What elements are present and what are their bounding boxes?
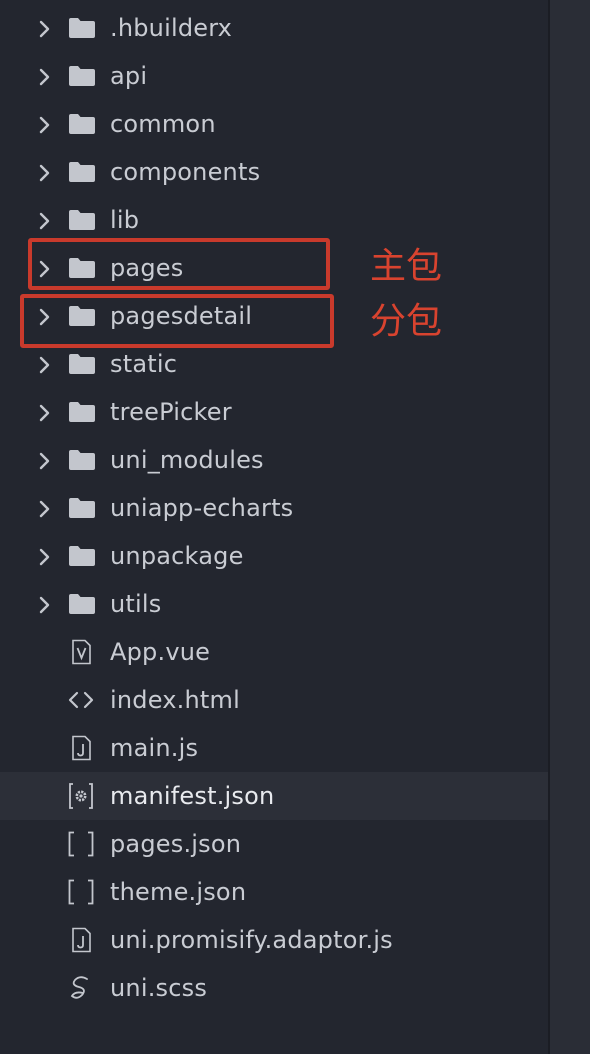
file-row[interactable]: uni.promisify.adaptor.js	[0, 916, 548, 964]
chevron-right-icon[interactable]	[34, 66, 56, 88]
file-explorer: .hbuilderx api common components lib pages pag…	[0, 0, 548, 1054]
folder-row[interactable]: api	[0, 52, 548, 100]
sub-package-annotation: 分包	[370, 301, 443, 342]
folder-row[interactable]: utils	[0, 580, 548, 628]
folder-row[interactable]: common	[0, 100, 548, 148]
tree-item-label: common	[110, 110, 216, 138]
folder-row[interactable]: uni_modules	[0, 436, 548, 484]
folder-icon	[68, 209, 96, 231]
folder-row[interactable]: components	[0, 148, 548, 196]
tree-item-label: components	[110, 158, 261, 186]
scss-file-icon	[66, 975, 96, 1001]
folder-row[interactable]: static	[0, 340, 548, 388]
folder-icon	[68, 449, 96, 471]
chevron-right-icon[interactable]	[34, 162, 56, 184]
chevron-right-icon[interactable]	[34, 306, 56, 328]
folder-row[interactable]: unpackage	[0, 532, 548, 580]
file-row[interactable]: pages.json	[0, 820, 548, 868]
tree-item-label: uniapp-echarts	[110, 494, 294, 522]
js-file-icon	[66, 735, 96, 761]
tree-item-label: uni_modules	[110, 446, 264, 474]
folder-icon	[68, 593, 96, 615]
tree-item-label: static	[110, 350, 178, 378]
folder-icon	[68, 497, 96, 519]
chevron-right-icon[interactable]	[34, 450, 56, 472]
folder-icon	[68, 113, 96, 135]
html-file-icon	[66, 687, 96, 713]
chevron-right-icon[interactable]	[34, 594, 56, 616]
chevron-right-icon[interactable]	[34, 546, 56, 568]
tree-item-label: api	[110, 62, 148, 90]
chevron-right-icon[interactable]	[34, 114, 56, 136]
folder-icon	[68, 545, 96, 567]
tree-item-label: App.vue	[110, 638, 211, 666]
chevron-right-icon[interactable]	[34, 354, 56, 376]
tree-item-label: main.js	[110, 734, 199, 762]
file-row[interactable]: main.js	[0, 724, 548, 772]
json-file-icon	[66, 831, 96, 857]
tree-item-label: pagesdetail	[110, 302, 253, 330]
chevron-right-icon[interactable]	[34, 18, 56, 40]
tree-item-label: .hbuilderx	[110, 14, 233, 42]
file-row[interactable]: theme.json	[0, 868, 548, 916]
folder-row[interactable]: treePicker	[0, 388, 548, 436]
folder-row[interactable]: pages	[0, 244, 548, 292]
tree-item-label: manifest.json	[110, 782, 275, 810]
folder-icon	[68, 353, 96, 375]
chevron-right-icon[interactable]	[34, 402, 56, 424]
tree-item-label: index.html	[110, 686, 240, 714]
folder-icon	[68, 17, 96, 39]
folder-icon	[68, 161, 96, 183]
tree-item-label: utils	[110, 590, 162, 618]
folder-icon	[68, 257, 96, 279]
json-file-icon	[66, 879, 96, 905]
file-row[interactable]: manifest.json	[0, 772, 548, 820]
chevron-right-icon[interactable]	[34, 210, 56, 232]
folder-row[interactable]: .hbuilderx	[0, 4, 548, 52]
vue-file-icon	[66, 639, 96, 665]
tree-item-label: uni.scss	[110, 974, 208, 1002]
main-package-annotation: 主包	[370, 246, 443, 287]
folder-icon	[68, 305, 96, 327]
editor-side-panel	[548, 0, 590, 1054]
tree-item-label: theme.json	[110, 878, 247, 906]
folder-icon	[68, 401, 96, 423]
folder-row[interactable]: lib	[0, 196, 548, 244]
file-row[interactable]: uni.scss	[0, 964, 548, 1012]
chevron-right-icon[interactable]	[34, 258, 56, 280]
tree-item-label: lib	[110, 206, 140, 234]
folder-icon	[68, 65, 96, 87]
file-row[interactable]: index.html	[0, 676, 548, 724]
tree-item-label: treePicker	[110, 398, 232, 426]
folder-row[interactable]: uniapp-echarts	[0, 484, 548, 532]
tree-item-label: pages.json	[110, 830, 242, 858]
chevron-right-icon[interactable]	[34, 498, 56, 520]
file-row[interactable]: App.vue	[0, 628, 548, 676]
tree-item-label: pages	[110, 254, 184, 282]
file-tree: .hbuilderx api common components lib pages pag…	[0, 4, 548, 1012]
tree-item-label: uni.promisify.adaptor.js	[110, 926, 393, 954]
settings-file-icon	[66, 783, 96, 809]
tree-item-label: unpackage	[110, 542, 244, 570]
folder-row[interactable]: pagesdetail	[0, 292, 548, 340]
js-file-icon	[66, 927, 96, 953]
